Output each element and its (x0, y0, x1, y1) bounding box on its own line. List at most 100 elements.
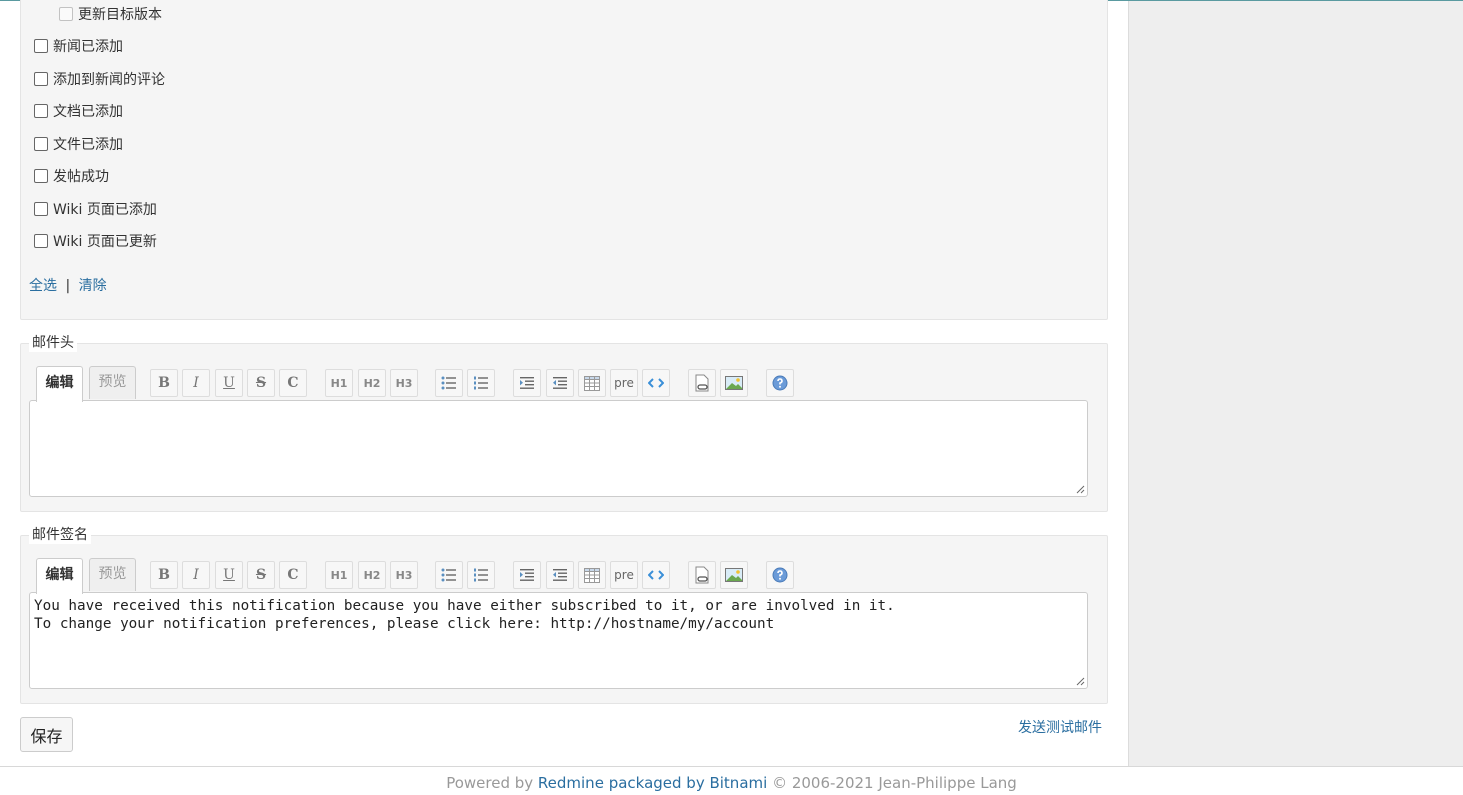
image-button[interactable] (720, 369, 748, 397)
checkbox-label: 新闻已添加 (53, 39, 123, 55)
checkbox-row-wiki-updated[interactable]: Wiki 页面已更新 (34, 231, 157, 251)
email-signature-fieldset: 邮件签名 编辑 预览 B I U S C H1 H2 H3 pre You ha… (20, 526, 1108, 704)
image-button[interactable] (720, 561, 748, 589)
checkbox-label: 添加到新闻的评论 (53, 72, 165, 88)
table-button[interactable] (578, 561, 606, 589)
underline-button[interactable]: U (215, 369, 243, 397)
checkbox-row-document-added[interactable]: 文档已添加 (34, 101, 123, 121)
bold-button[interactable]: B (150, 369, 178, 397)
code-highlight-button[interactable] (642, 561, 670, 589)
strikethrough-icon: S (255, 375, 267, 391)
strikethrough-button[interactable]: S (247, 369, 275, 397)
ordered-list-button[interactable] (467, 561, 495, 589)
h1-button[interactable]: H1 (325, 561, 353, 589)
indent-icon (520, 569, 534, 581)
checkbox[interactable] (34, 169, 48, 183)
send-test-email-link[interactable]: 发送测试邮件 (1018, 717, 1102, 737)
italic-button[interactable]: I (182, 561, 210, 589)
h3-icon: H3 (395, 376, 413, 390)
inline-code-button[interactable]: C (279, 369, 307, 397)
quote-button[interactable] (513, 561, 541, 589)
unquote-button[interactable] (546, 561, 574, 589)
h3-button[interactable]: H3 (390, 369, 418, 397)
h1-button[interactable]: H1 (325, 369, 353, 397)
unquote-button[interactable] (546, 369, 574, 397)
bold-button[interactable]: B (150, 561, 178, 589)
ordered-list-button[interactable] (467, 369, 495, 397)
link-page-icon (695, 566, 709, 584)
clear-link[interactable]: 清除 (79, 278, 107, 294)
checkbox[interactable] (59, 7, 73, 21)
pre-button[interactable]: pre (610, 369, 638, 397)
link-page-icon (695, 374, 709, 392)
help-icon (772, 375, 788, 391)
unordered-list-button[interactable] (435, 561, 463, 589)
checkbox-row-news-added[interactable]: 新闻已添加 (34, 36, 123, 56)
checkbox[interactable] (34, 72, 48, 86)
notifications-box (20, 0, 1108, 320)
inline-code-icon: C (287, 375, 299, 391)
help-button[interactable] (766, 561, 794, 589)
email-header-textarea[interactable] (29, 400, 1088, 497)
table-button[interactable] (578, 369, 606, 397)
checkbox[interactable] (34, 39, 48, 53)
checkbox-row-news-comment[interactable]: 添加到新闻的评论 (34, 69, 165, 89)
tab-preview[interactable]: 预览 (89, 366, 136, 399)
underline-button[interactable]: U (215, 561, 243, 589)
outdent-icon (553, 569, 567, 581)
checkbox[interactable] (34, 202, 48, 216)
h2-icon: H2 (363, 568, 381, 582)
italic-button[interactable]: BI (182, 369, 210, 397)
outdent-icon (553, 377, 567, 389)
image-icon (725, 376, 743, 390)
checkbox-label: Wiki 页面已更新 (53, 234, 157, 250)
unordered-list-icon (441, 568, 456, 582)
checkbox-row-update-version[interactable]: 更新目标版本 (59, 4, 162, 24)
inline-code-button[interactable]: C (279, 561, 307, 589)
pre-button[interactable]: pre (610, 561, 638, 589)
bold-icon: B (158, 567, 170, 583)
h1-icon: H1 (330, 568, 348, 582)
underline-icon: U (223, 375, 235, 391)
code-icon (648, 570, 664, 580)
code-icon (648, 378, 664, 388)
email-header-legend: 邮件头 (29, 334, 77, 352)
checkbox-row-file-added[interactable]: 文件已添加 (34, 134, 123, 154)
email-signature-legend: 邮件签名 (29, 526, 91, 544)
redmine-link[interactable]: Redmine packaged by Bitnami (538, 774, 767, 792)
bold-icon: B (158, 375, 170, 391)
help-button[interactable] (766, 369, 794, 397)
checkbox-row-wiki-added[interactable]: Wiki 页面已添加 (34, 199, 157, 219)
quote-button[interactable] (513, 369, 541, 397)
save-button[interactable]: 保存 (20, 717, 73, 752)
checkbox[interactable] (34, 104, 48, 118)
h2-button[interactable]: H2 (358, 369, 386, 397)
resize-handle-icon[interactable] (1076, 677, 1085, 686)
h1-icon: H1 (330, 376, 348, 390)
checkbox[interactable] (34, 234, 48, 248)
unordered-list-icon (441, 376, 456, 390)
email-signature-textarea[interactable]: You have received this notification beca… (29, 592, 1088, 689)
h3-icon: H3 (395, 568, 413, 582)
checkbox[interactable] (34, 137, 48, 151)
link-to-page-button[interactable] (688, 561, 716, 589)
sidebar (1128, 1, 1463, 766)
checkbox-row-message-posted[interactable]: 发帖成功 (34, 166, 109, 186)
strikethrough-button[interactable]: S (247, 561, 275, 589)
tab-preview[interactable]: 预览 (89, 558, 136, 591)
checkbox-label: 发帖成功 (53, 169, 109, 185)
resize-handle-icon[interactable] (1076, 485, 1085, 494)
h3-button[interactable]: H3 (390, 561, 418, 589)
ordered-list-icon (474, 568, 488, 582)
footer-divider (0, 766, 1463, 767)
select-all-link[interactable]: 全选 (29, 278, 57, 294)
tab-edit[interactable]: 编辑 (36, 558, 83, 594)
code-highlight-button[interactable] (642, 369, 670, 397)
footer: Powered by Redmine packaged by Bitnami ©… (0, 774, 1463, 792)
unordered-list-button[interactable] (435, 369, 463, 397)
strikethrough-icon: S (255, 567, 267, 583)
link-to-page-button[interactable] (688, 369, 716, 397)
tab-edit[interactable]: 编辑 (36, 366, 83, 402)
h2-button[interactable]: H2 (358, 561, 386, 589)
underline-icon: U (223, 567, 235, 583)
